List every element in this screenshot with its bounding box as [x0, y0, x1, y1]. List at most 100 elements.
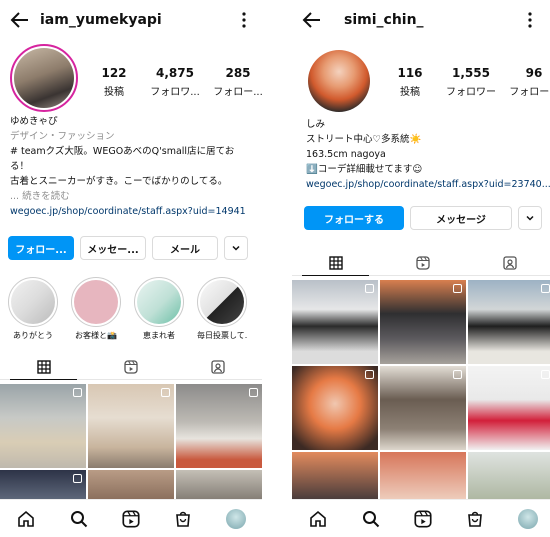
multiple-posts-icon [249, 388, 258, 397]
more-options-icon[interactable] [236, 10, 252, 30]
reels-icon [122, 509, 140, 528]
post-thumbnail[interactable] [0, 384, 86, 468]
profile-stats: 122 投稿 4,875 フォロワ... 285 フォロー... [94, 66, 262, 98]
profile-avatar[interactable] [308, 50, 370, 112]
back-arrow-icon[interactable] [8, 8, 32, 32]
chevron-down-icon [526, 215, 534, 221]
post-thumbnail[interactable] [380, 280, 466, 364]
top-bar: iam_yumekyapi [0, 6, 262, 36]
tab-posts-grid[interactable] [292, 250, 379, 276]
post-thumbnail[interactable] [468, 452, 550, 504]
multiple-posts-icon [541, 370, 550, 379]
post-thumbnail[interactable] [468, 366, 550, 450]
post-thumbnail[interactable] [88, 384, 174, 468]
post-thumbnail[interactable] [468, 280, 550, 364]
bio-line: 古着とスニーカーがすき。こーでばかりのしてる。 [10, 176, 228, 187]
stat-followers[interactable]: 4,875 フォロワ... [146, 66, 204, 98]
suggest-dropdown-button[interactable] [224, 236, 248, 260]
bio-line: る！ [10, 161, 30, 172]
stat-posts[interactable]: 122 投稿 [94, 66, 134, 98]
stat-followers[interactable]: 1,555 フォロワー [442, 66, 500, 98]
bottom-navigation [0, 499, 262, 537]
grid-icon [328, 255, 343, 270]
bottom-navigation [292, 499, 550, 537]
multiple-posts-icon [453, 284, 462, 293]
message-button[interactable]: メッセージ [410, 206, 512, 230]
tab-tagged[interactable] [175, 354, 262, 379]
profile-avatar-small [517, 508, 538, 529]
nav-shop[interactable] [172, 508, 194, 530]
highlight-item[interactable]: 恵まれ者 [134, 277, 184, 341]
follow-button[interactable]: フォロー... [8, 236, 74, 260]
category-label: デザイン・ファッション [10, 131, 115, 142]
nav-search[interactable] [360, 508, 382, 530]
nav-home[interactable] [307, 508, 329, 530]
more-options-icon[interactable] [522, 10, 538, 30]
bio-line: ⬇️コーデ詳細載せてます☺︎ [306, 164, 423, 175]
home-icon [310, 510, 326, 527]
profile-bio: しみ ストリート中心♡多系統☀️ 163.5cm nagoya ⬇️コーデ詳細載… [306, 117, 550, 192]
posts-grid [0, 384, 262, 510]
tab-tagged[interactable] [467, 250, 550, 275]
post-thumbnail[interactable] [292, 366, 378, 450]
search-icon [362, 510, 379, 527]
multiple-posts-icon [161, 388, 170, 397]
username: simi_chin_ [344, 12, 424, 28]
profile-screen-right: simi_chin_ 116投稿 1,555フォロワー 96フォロー... しみ… [292, 0, 550, 537]
top-bar: simi_chin_ [292, 6, 550, 36]
post-thumbnail[interactable] [380, 366, 466, 450]
tab-reels[interactable] [379, 250, 466, 275]
nav-home[interactable] [15, 508, 37, 530]
highlight-item[interactable]: 毎日投票して... [197, 277, 247, 341]
nav-search[interactable] [68, 508, 90, 530]
post-thumbnail[interactable] [380, 452, 466, 504]
bio-line: ストリート中心♡多系統☀️ [306, 134, 422, 145]
username: iam_yumekyapi [40, 12, 162, 28]
stat-posts[interactable]: 116 投稿 [390, 66, 430, 98]
highlight-item[interactable]: お客様と📸 [71, 277, 121, 341]
profile-stats: 116投稿 1,555フォロワー 96フォロー... [390, 66, 550, 98]
tab-posts-grid[interactable] [0, 354, 87, 380]
nav-reels[interactable] [412, 508, 434, 530]
profile-tabs [0, 354, 262, 380]
posts-grid [292, 280, 550, 504]
bio-link[interactable]: wegoec.jp/shop/coordinate/staff.aspx?uid… [10, 204, 260, 219]
profile-avatar-small [225, 508, 246, 529]
email-button[interactable]: メール [152, 236, 218, 260]
highlight-label: お客様と📸 [75, 331, 117, 340]
nav-profile[interactable] [517, 508, 539, 530]
multiple-posts-icon [73, 388, 82, 397]
post-thumbnail[interactable] [292, 452, 378, 504]
suggest-dropdown-button[interactable] [518, 206, 542, 230]
profile-tabs [292, 250, 550, 276]
nav-reels[interactable] [120, 508, 142, 530]
profile-screen-left: iam_yumekyapi 122 投稿 4,875 フォロワ... 285 フォロー… [0, 0, 262, 537]
message-button[interactable]: メッセー... [80, 236, 146, 260]
highlight-label: 恵まれ者 [143, 331, 175, 340]
reels-icon [124, 359, 138, 374]
bio-link[interactable]: wegoec.jp/shop/coordinate/staff.aspx?uid… [306, 177, 550, 192]
post-thumbnail[interactable] [176, 384, 262, 468]
bio-line: # teamクズ大阪。WEGOあべのQ'small店に居てお [10, 146, 235, 157]
follow-button[interactable]: フォローする [304, 206, 404, 230]
home-icon [18, 510, 34, 527]
back-arrow-icon[interactable] [300, 8, 324, 32]
tagged-person-icon [211, 359, 225, 374]
post-thumbnail[interactable] [292, 280, 378, 364]
reels-icon [414, 509, 432, 528]
multiple-posts-icon [73, 474, 82, 483]
nav-shop[interactable] [464, 508, 486, 530]
nav-profile[interactable] [225, 508, 247, 530]
highlight-item[interactable]: ありがとう [8, 277, 58, 341]
read-more-link[interactable]: ... 続きを読む [10, 189, 260, 204]
multiple-posts-icon [365, 370, 374, 379]
highlight-label: ありがとう [13, 331, 53, 340]
stat-following[interactable]: 96フォロー... [508, 66, 550, 98]
tab-reels[interactable] [87, 354, 174, 379]
stat-following[interactable]: 285 フォロー... [212, 66, 262, 98]
reels-icon [416, 255, 430, 270]
multiple-posts-icon [541, 284, 550, 293]
highlight-label: 毎日投票して... [197, 331, 247, 340]
grid-icon [36, 359, 51, 374]
profile-avatar[interactable] [10, 44, 78, 112]
